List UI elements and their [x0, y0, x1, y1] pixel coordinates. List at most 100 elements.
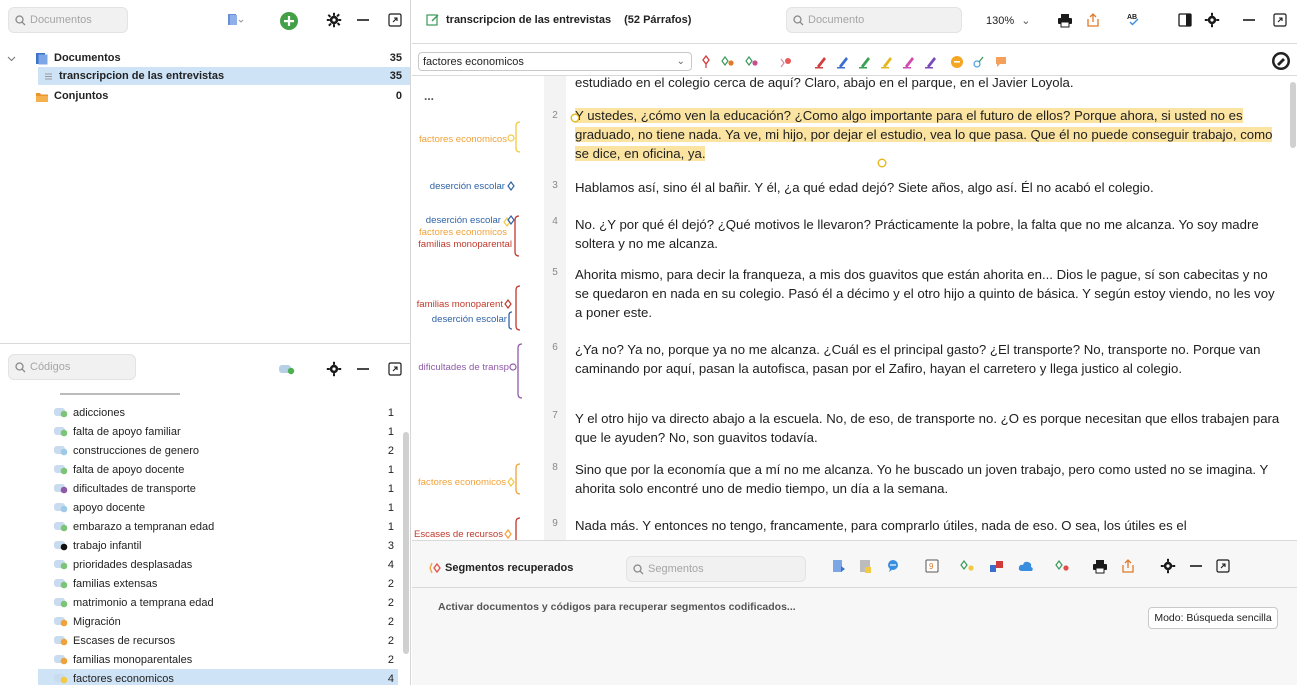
paragraph-3[interactable]: Hablamos así, sino él al bañir. Y él, ¿a… [575, 178, 1285, 197]
search-mode-button[interactable]: Modo: Búsqueda sencilla [1148, 607, 1278, 629]
codes-search-input[interactable] [30, 361, 135, 373]
code-row[interactable]: prioridades desplasadas 4 [38, 555, 398, 574]
minimize-icon[interactable] [353, 10, 373, 30]
code-pin-icon[interactable] [700, 54, 712, 69]
code-row[interactable]: matrimonio a temprana edad 2 [38, 593, 398, 612]
code-row[interactable]: factores economicos 4 [38, 669, 398, 685]
selection-end-handle[interactable] [877, 158, 887, 168]
tree-transcripcion[interactable]: transcripcion de las entrevistas 35 [38, 67, 410, 85]
paragraph-2-text: Y ustedes, ¿cómo ven la educación? ¿Como… [575, 108, 1273, 161]
code-row[interactable]: familias extensas 2 [38, 574, 398, 593]
margin-code-monoparental[interactable]: familias monoparent [412, 299, 503, 310]
emoticode-icon[interactable] [950, 55, 964, 69]
code-row[interactable]: dificultades de transporte 1 [38, 479, 398, 498]
print-icon[interactable] [1092, 559, 1108, 574]
spellcheck-icon[interactable]: AB [1124, 9, 1144, 29]
document-edit-icon[interactable] [426, 13, 440, 27]
tree-conjuntos[interactable]: Conjuntos 0 [0, 87, 410, 105]
expand-window-icon[interactable] [1216, 559, 1230, 573]
minimize-icon[interactable] [353, 359, 373, 379]
code-tag-icon [54, 673, 69, 684]
documents-search[interactable] [8, 7, 128, 33]
document-filter-icon[interactable] [832, 559, 846, 574]
code-row[interactable]: apoyo docente 1 [38, 498, 398, 517]
paragraph-5[interactable]: Ahorita mismo, para decir la franqueza, … [575, 265, 1285, 322]
paragraph-7[interactable]: Y el otro hijo va directo abajo a la esc… [575, 409, 1285, 447]
code-row[interactable]: Migración 2 [38, 612, 398, 631]
uncode-icon[interactable] [778, 55, 794, 69]
new-code-icon[interactable] [277, 359, 297, 379]
code-row[interactable]: Escases de recursos 2 [38, 631, 398, 650]
gear-icon[interactable] [1202, 10, 1222, 30]
weight-filter-icon[interactable]: 9 [925, 559, 939, 573]
code-filter-icon[interactable] [859, 559, 873, 574]
highlighter-purple-icon[interactable] [924, 55, 938, 69]
highlighter-green-icon[interactable] [858, 55, 872, 69]
margin-code-desercion[interactable]: deserción escolar [412, 215, 501, 226]
document-search-input[interactable] [808, 14, 961, 26]
sidebar-toggle-icon[interactable] [1175, 10, 1195, 30]
code-row[interactable]: falta de apoyo familiar 1 [38, 422, 398, 441]
export-icon[interactable] [1083, 10, 1103, 30]
code-row[interactable]: embarazo a tempranan edad 1 [38, 517, 398, 536]
code-row[interactable]: falta de apoyo docente 1 [38, 460, 398, 479]
paragraph-4[interactable]: No. ¿Y por qué él dejó? ¿Qué motivos le … [575, 215, 1285, 253]
code-list-scrollbar[interactable] [403, 432, 409, 654]
highlighter-blue-icon[interactable] [836, 55, 850, 69]
document-scrollbar[interactable] [1290, 82, 1296, 148]
code-add-icon[interactable] [960, 559, 976, 573]
margin-code-desercion[interactable]: deserción escolar [412, 181, 505, 192]
selection-start-handle[interactable] [570, 113, 580, 123]
paragraph-6[interactable]: ¿Ya no? Ya no, porque ya no me alcanza. … [575, 340, 1285, 378]
code-select[interactable]: factores economicos ⌄ [418, 52, 692, 71]
margin-code-transporte[interactable]: dificultades de transp [412, 362, 509, 373]
zoom-select[interactable]: 130% ⌄ [986, 14, 1030, 27]
memo-icon[interactable] [994, 55, 1008, 69]
paragraph-2[interactable]: Y ustedes, ¿cómo ven la educación? ¿Como… [575, 106, 1285, 163]
color-codes-icon[interactable] [989, 559, 1005, 573]
gear-icon[interactable] [1160, 558, 1176, 574]
code-link-icon[interactable] [972, 55, 986, 69]
margin-code-factores[interactable]: factores economicos [412, 227, 507, 238]
print-icon[interactable] [1055, 10, 1075, 30]
pane-divider[interactable] [0, 343, 411, 344]
comment-filter-icon[interactable] [886, 559, 900, 573]
margin-code-monoparental[interactable]: familias monoparental [412, 239, 512, 250]
code-row[interactable]: trabajo infantil 3 [38, 536, 398, 555]
documents-search-input[interactable] [30, 14, 127, 26]
code-new-icon[interactable] [744, 55, 760, 69]
paragraph-8[interactable]: Sino que por la economía que a mí no me … [575, 460, 1285, 498]
gear-icon[interactable] [324, 10, 344, 30]
minimize-icon[interactable] [1239, 10, 1259, 30]
segments-search[interactable] [626, 556, 806, 582]
segments-search-input[interactable] [648, 563, 805, 575]
tree-documentos[interactable]: Documentos 35 [0, 49, 410, 67]
export-icon[interactable] [1121, 558, 1135, 574]
margin-code-desercion[interactable]: deserción escolar [412, 314, 507, 325]
code-map-icon[interactable] [1055, 559, 1071, 573]
add-document-icon[interactable] [278, 10, 300, 32]
code-with-code-icon[interactable] [720, 55, 736, 69]
margin-code-factores[interactable]: factores economicos [412, 477, 506, 488]
minimize-icon[interactable] [1189, 559, 1203, 573]
chevron-down-icon[interactable] [5, 54, 17, 63]
segments-title: Segmentos recuperados [445, 562, 574, 574]
margin-code-escases[interactable]: Escases de recursos [412, 529, 503, 540]
cloud-icon[interactable] [1018, 560, 1034, 572]
paragraph-9[interactable]: Nada más. Y entonces no tengo, francamen… [575, 516, 1285, 535]
gear-icon[interactable] [324, 359, 344, 379]
code-row[interactable]: adicciones 1 [38, 403, 398, 422]
expand-window-icon[interactable] [385, 359, 405, 379]
highlighter-yellow-icon[interactable] [880, 55, 894, 69]
expand-window-icon[interactable] [385, 10, 405, 30]
code-row[interactable]: construcciones de genero 2 [38, 441, 398, 460]
code-row[interactable]: familias monoparentales 2 [38, 650, 398, 669]
margin-code-factores[interactable]: factores economicos [412, 134, 507, 145]
highlighter-red-icon[interactable] [814, 55, 828, 69]
document-search[interactable] [786, 7, 962, 33]
document-color-icon[interactable] [225, 10, 245, 30]
highlighter-magenta-icon[interactable] [902, 55, 916, 69]
edit-mode-toggle[interactable] [1270, 51, 1292, 71]
expand-window-icon[interactable] [1270, 10, 1290, 30]
codes-search[interactable] [8, 354, 136, 380]
